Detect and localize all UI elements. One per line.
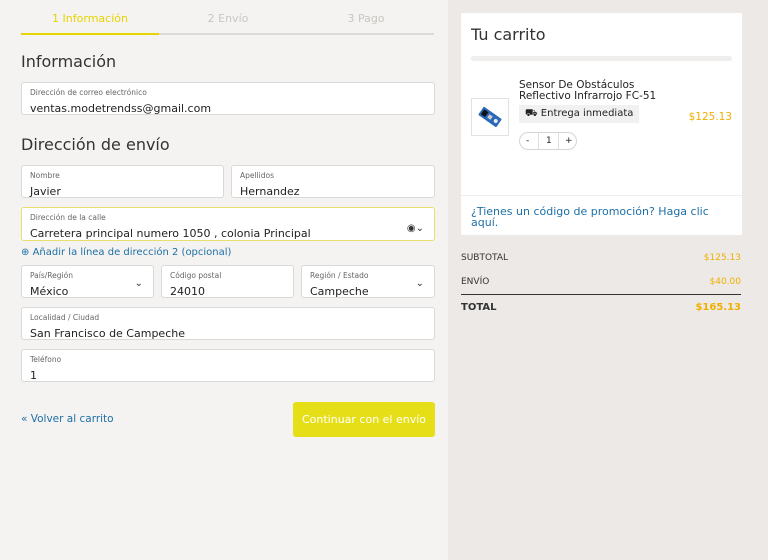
shipping-row: ENVÍO $40.00 xyxy=(461,277,741,287)
country-select[interactable]: País/Región México ⌄ xyxy=(21,265,154,298)
qty-divider-right xyxy=(558,133,559,149)
country-value: México xyxy=(30,285,69,298)
decrement-button[interactable]: - xyxy=(526,136,529,146)
cart-title: Tu carrito xyxy=(471,25,546,44)
street-address-field[interactable]: Dirección de la calle Carretera principa… xyxy=(21,207,435,241)
qty-divider-left xyxy=(538,133,539,149)
quantity-stepper: - 1 + xyxy=(519,132,577,150)
postal-code-field[interactable]: Código postal 24010 xyxy=(161,265,294,298)
product-thumbnail[interactable] xyxy=(471,98,509,136)
person-icon[interactable]: ◉⌄ xyxy=(407,223,424,234)
shipping-label: ENVÍO xyxy=(461,277,490,287)
step-pago[interactable]: 3 Pago xyxy=(297,12,435,25)
last-name-label: Apellidos xyxy=(240,171,275,180)
promo-code-link[interactable]: ¿Tienes un código de promoción? Haga cli… xyxy=(471,206,726,228)
last-name-field[interactable]: Apellidos Hernandez xyxy=(231,165,435,198)
email-value: ventas.modetrendss@gmail.com xyxy=(30,102,212,115)
first-name-field[interactable]: Nombre Javier xyxy=(21,165,224,198)
step-envio[interactable]: 2 Envío xyxy=(159,12,297,25)
chevron-down-icon: ⌄ xyxy=(415,278,424,289)
last-name-value: Hernandez xyxy=(240,185,300,198)
postal-code-label: Código postal xyxy=(170,271,222,280)
subtotal-row: SUBTOTAL $125.13 xyxy=(461,253,741,263)
back-to-cart-link[interactable]: « Volver al carrito xyxy=(21,413,114,425)
postal-code-value: 24010 xyxy=(170,285,205,298)
total-value: $165.13 xyxy=(695,302,741,313)
city-field[interactable]: Localidad / Ciudad San Francisco de Camp… xyxy=(21,307,435,340)
phone-field[interactable]: Teléfono 1 xyxy=(21,349,435,382)
quantity-value[interactable]: 1 xyxy=(546,136,552,146)
total-divider xyxy=(461,294,741,295)
region-value: Campeche xyxy=(310,285,369,298)
sensor-image xyxy=(478,106,502,128)
total-row: TOTAL $165.13 xyxy=(461,302,741,313)
truck-icon: ⛟ xyxy=(525,108,538,119)
plus-circle-icon: ⊕ xyxy=(21,247,30,258)
cart-divider xyxy=(471,56,732,61)
shipping-section-title: Dirección de envío xyxy=(21,135,170,154)
country-label: País/Región xyxy=(30,271,73,280)
subtotal-label: SUBTOTAL xyxy=(461,253,509,263)
add-address-line-2-label: Añadir la línea de dirección 2 (opcional… xyxy=(32,247,232,258)
chevron-down-icon: ⌄ xyxy=(134,278,143,289)
add-address-line-2-link[interactable]: ⊕ Añadir la línea de dirección 2 (opcion… xyxy=(21,247,231,258)
email-label: Dirección de correo electrónico xyxy=(30,88,147,97)
checkout-form-panel: 1 Información 2 Envío 3 Pago Información… xyxy=(0,0,448,560)
step-informacion[interactable]: 1 Información xyxy=(21,12,159,25)
street-address-label: Dirección de la calle xyxy=(30,213,106,222)
cart-card: Tu carrito Sensor De Obstáculos Reflecti… xyxy=(461,13,742,235)
product-price: $125.13 xyxy=(688,111,732,123)
info-section-title: Información xyxy=(21,52,117,71)
street-address-value: Carretera principal numero 1050 , coloni… xyxy=(30,227,311,240)
phone-value: 1 xyxy=(30,369,37,382)
increment-button[interactable]: + xyxy=(565,136,573,146)
first-name-label: Nombre xyxy=(30,171,60,180)
continue-shipping-button[interactable]: Continuar con el envío xyxy=(293,402,435,437)
delivery-badge: ⛟ Entrega inmediata xyxy=(519,105,640,123)
promo-divider xyxy=(461,195,742,196)
phone-label: Teléfono xyxy=(30,355,62,364)
email-field[interactable]: Dirección de correo electrónico ventas.m… xyxy=(21,82,435,115)
stepper-progress xyxy=(21,33,434,35)
total-label: TOTAL xyxy=(461,302,497,313)
region-label: Región / Estado xyxy=(310,271,369,280)
first-name-value: Javier xyxy=(30,185,61,198)
subtotal-value: $125.13 xyxy=(703,253,741,263)
city-label: Localidad / Ciudad xyxy=(30,313,100,322)
product-name[interactable]: Sensor De Obstáculos Reflectivo Infrarro… xyxy=(519,80,679,102)
city-value: San Francisco de Campeche xyxy=(30,327,185,340)
delivery-badge-label: Entrega inmediata xyxy=(540,108,634,119)
shipping-value: $40.00 xyxy=(709,277,742,287)
region-select[interactable]: Región / Estado Campeche ⌄ xyxy=(301,265,435,298)
